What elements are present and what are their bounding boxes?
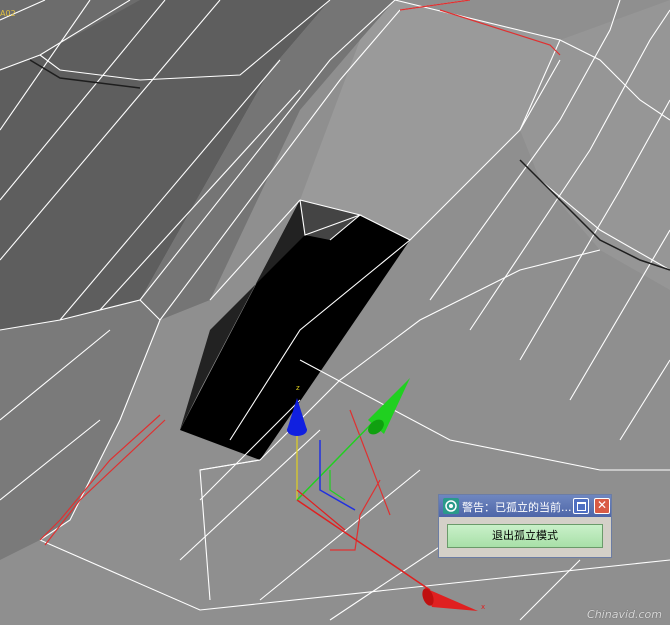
- x-axis-label: x: [481, 603, 485, 611]
- watermark: Chinavid.com: [587, 608, 662, 621]
- dialog-titlebar[interactable]: 警告：已孤立的当前... ✕: [439, 495, 611, 517]
- exit-isolation-button[interactable]: 退出孤立模式: [447, 524, 603, 548]
- app-icon: [443, 498, 459, 514]
- dialog-title: 警告：已孤立的当前...: [462, 501, 572, 514]
- dialog-body: 退出孤立模式: [439, 517, 611, 557]
- object-label: A02: [0, 9, 16, 18]
- close-glyph: ✕: [596, 498, 608, 512]
- close-icon[interactable]: ✕: [594, 498, 610, 514]
- restore-icon[interactable]: [573, 498, 589, 514]
- z-axis-label: z: [296, 384, 300, 392]
- isolate-warning-dialog: 警告：已孤立的当前... ✕ 退出孤立模式: [438, 494, 612, 558]
